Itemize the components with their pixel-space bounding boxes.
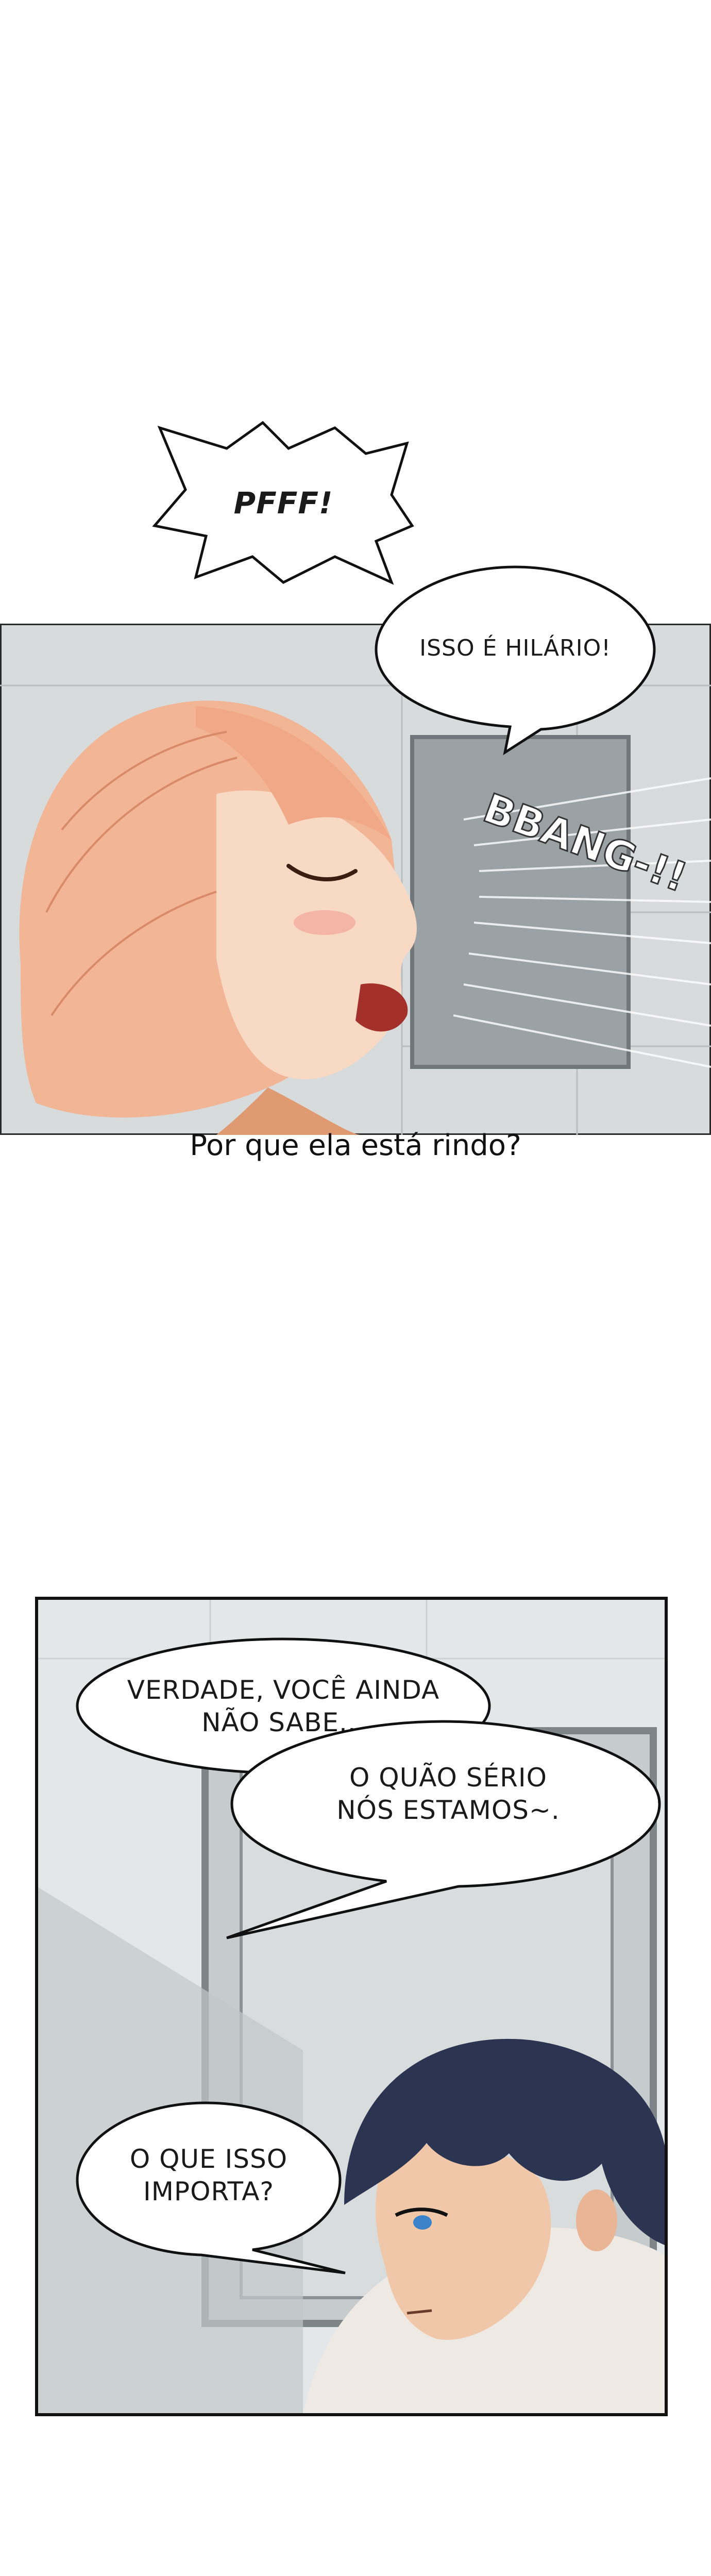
shout-text: PFFF!	[233, 486, 333, 521]
speech-text-importa: O QUE ISSO IMPORTA?	[129, 2144, 288, 2206]
speech-text-hilario: ISSO É HILÁRIO!	[419, 635, 611, 661]
speech-bubble-importa: O QUE ISSO IMPORTA?	[67, 2093, 356, 2278]
speech-bubble-hilario: ISSO É HILÁRIO!	[371, 562, 659, 758]
speech-text-quao-serio: O QUÃO SÉRIO NÓS ESTAMOS~.	[336, 1763, 560, 1825]
narration-caption: Por que ela está rindo?	[190, 1129, 521, 1162]
speech-bubble-quao-serio: O QUÃO SÉRIO NÓS ESTAMOS~.	[216, 1711, 670, 1948]
